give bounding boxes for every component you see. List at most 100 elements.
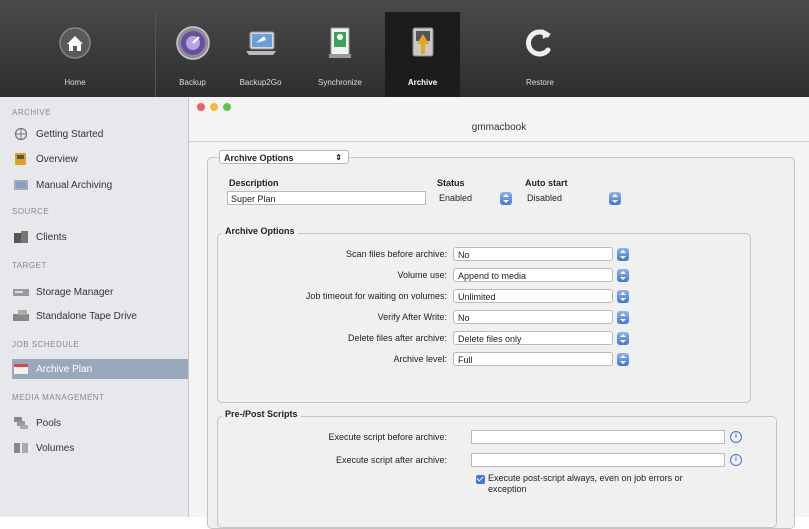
overview-icon bbox=[15, 153, 26, 165]
home-icon bbox=[59, 27, 91, 59]
toolbar: Home Backup Backup2Go Synchronize Archiv… bbox=[0, 0, 809, 97]
sidebar-item-clients[interactable]: Clients bbox=[12, 227, 182, 247]
toolbar-home-label: Home bbox=[64, 78, 86, 87]
sidebar: ARCHIVE Getting Started Overview Manual … bbox=[0, 97, 189, 517]
view-selector-popup[interactable]: Archive Options ⇕ bbox=[219, 150, 349, 164]
toolbar-divider bbox=[155, 12, 156, 97]
sidebar-item-label: Volumes bbox=[36, 442, 75, 454]
sidebar-section-archive: ARCHIVE bbox=[12, 108, 52, 117]
backup-icon bbox=[175, 26, 210, 60]
sidebar-section-media-management: MEDIA MANAGEMENT bbox=[12, 393, 105, 402]
option-popup[interactable]: Delete files only bbox=[453, 331, 613, 345]
sidebar-item-storage-manager[interactable]: Storage Manager bbox=[12, 282, 182, 302]
option-stepper-icon[interactable] bbox=[617, 311, 629, 324]
script-before-label: Execute script before archive: bbox=[328, 432, 447, 442]
toolbar-backup2go-label: Backup2Go bbox=[239, 78, 282, 87]
always-run-label-line2: exception bbox=[488, 484, 527, 494]
sidebar-section-source: SOURCE bbox=[12, 207, 50, 216]
clients-icon bbox=[14, 231, 28, 243]
option-popup[interactable]: Unlimited bbox=[453, 289, 613, 303]
option-popup[interactable]: No bbox=[453, 247, 613, 261]
main-panel: gmmacbook Archive Options ⇕ Description … bbox=[189, 97, 809, 529]
sidebar-item-getting-started[interactable]: Getting Started bbox=[12, 124, 182, 144]
sidebar-item-label: Standalone Tape Drive bbox=[36, 310, 137, 322]
archive-plan-icon bbox=[14, 364, 28, 374]
sidebar-section-job-schedule: JOB SCHEDULE bbox=[12, 340, 80, 349]
getting-started-icon bbox=[14, 127, 28, 141]
autostart-label: Auto start bbox=[525, 178, 568, 188]
sidebar-item-pools[interactable]: Pools bbox=[12, 413, 182, 433]
scripts-title: Pre-/Post Scripts bbox=[222, 409, 301, 419]
option-label: Archive level: bbox=[393, 354, 447, 364]
status-label: Status bbox=[437, 178, 465, 188]
toolbar-backup2go-button[interactable]: Backup2Go bbox=[228, 12, 293, 97]
option-label: Volume use: bbox=[397, 270, 447, 280]
sidebar-section-target: TARGET bbox=[12, 261, 47, 270]
script-after-field[interactable] bbox=[471, 453, 725, 467]
window-minimize-button[interactable] bbox=[210, 103, 218, 111]
script-before-field[interactable] bbox=[471, 430, 725, 444]
toolbar-restore-label: Restore bbox=[525, 78, 554, 87]
title-divider bbox=[189, 141, 809, 142]
window-close-button[interactable] bbox=[197, 103, 205, 111]
pools-icon bbox=[14, 417, 28, 429]
restore-icon bbox=[526, 29, 551, 57]
option-label: Verify After Write: bbox=[377, 312, 447, 322]
script-after-label: Execute script after archive: bbox=[335, 455, 447, 465]
description-field[interactable]: Super Plan bbox=[227, 191, 426, 205]
window-zoom-button[interactable] bbox=[223, 103, 231, 111]
toolbar-archive-button[interactable]: Archive bbox=[385, 12, 460, 97]
backup2go-icon bbox=[245, 31, 276, 55]
option-stepper-icon[interactable] bbox=[617, 332, 629, 345]
sidebar-item-label: Overview bbox=[36, 153, 78, 165]
sidebar-item-manual-archiving[interactable]: Manual Archiving bbox=[12, 175, 182, 195]
toolbar-synchronize-label: Synchronize bbox=[317, 78, 363, 87]
sidebar-item-archive-plan[interactable]: Archive Plan bbox=[12, 359, 188, 379]
toolbar-archive-label: Archive bbox=[407, 78, 438, 87]
option-stepper-icon[interactable] bbox=[617, 248, 629, 261]
view-selector-value: Archive Options bbox=[224, 153, 294, 163]
archive-options-title: Archive Options bbox=[222, 226, 298, 236]
manual-archiving-icon bbox=[14, 180, 28, 190]
popup-arrows-icon: ⇕ bbox=[335, 153, 342, 162]
status-popup[interactable]: Enabled bbox=[435, 191, 495, 205]
option-popup[interactable]: No bbox=[453, 310, 613, 324]
script-after-info-icon[interactable]: i bbox=[730, 454, 742, 466]
storage-manager-icon bbox=[13, 289, 29, 296]
option-label: Scan files before archive: bbox=[345, 249, 447, 259]
window-title: gmmacbook bbox=[471, 122, 527, 133]
toolbar-backup-button[interactable]: Backup bbox=[165, 12, 220, 97]
option-stepper-icon[interactable] bbox=[617, 353, 629, 366]
sidebar-item-volumes[interactable]: Volumes bbox=[12, 438, 182, 458]
always-run-label: Execute post-script always, even on job … bbox=[488, 473, 683, 495]
sidebar-item-overview[interactable]: Overview bbox=[12, 149, 182, 169]
volumes-icon bbox=[14, 443, 28, 453]
sidebar-item-standalone-tape-drive[interactable]: Standalone Tape Drive bbox=[12, 306, 182, 326]
sidebar-item-label: Manual Archiving bbox=[36, 179, 113, 191]
always-run-checkbox[interactable] bbox=[476, 475, 485, 484]
script-before-info-icon[interactable]: i bbox=[730, 431, 742, 443]
option-label: Job timeout for waiting on volumes: bbox=[305, 291, 447, 301]
option-label: Delete files after archive: bbox=[347, 333, 447, 343]
sidebar-item-label: Getting Started bbox=[36, 128, 104, 140]
sidebar-item-label: Clients bbox=[36, 231, 67, 243]
toolbar-backup-label: Backup bbox=[179, 78, 206, 87]
option-stepper-icon[interactable] bbox=[617, 290, 629, 303]
option-popup[interactable]: Full bbox=[453, 352, 613, 366]
sidebar-item-label: Pools bbox=[36, 417, 62, 429]
archive-icon bbox=[412, 27, 433, 57]
autostart-stepper-icon[interactable] bbox=[609, 192, 621, 205]
status-stepper-icon[interactable] bbox=[500, 192, 512, 205]
autostart-popup[interactable]: Disabled bbox=[523, 191, 593, 205]
always-run-label-line1: Execute post-script always, even on job … bbox=[488, 473, 683, 483]
sidebar-item-label: Storage Manager bbox=[36, 286, 114, 298]
option-stepper-icon[interactable] bbox=[617, 269, 629, 282]
toolbar-synchronize-button[interactable]: Synchronize bbox=[305, 12, 375, 97]
sidebar-item-label: Archive Plan bbox=[36, 363, 93, 375]
option-popup[interactable]: Append to media bbox=[453, 268, 613, 282]
description-label: Description bbox=[229, 178, 279, 188]
synchronize-icon bbox=[329, 27, 351, 58]
toolbar-home-button[interactable]: Home bbox=[45, 12, 105, 97]
toolbar-restore-button[interactable]: Restore bbox=[510, 12, 570, 97]
tape-drive-icon bbox=[13, 310, 29, 321]
